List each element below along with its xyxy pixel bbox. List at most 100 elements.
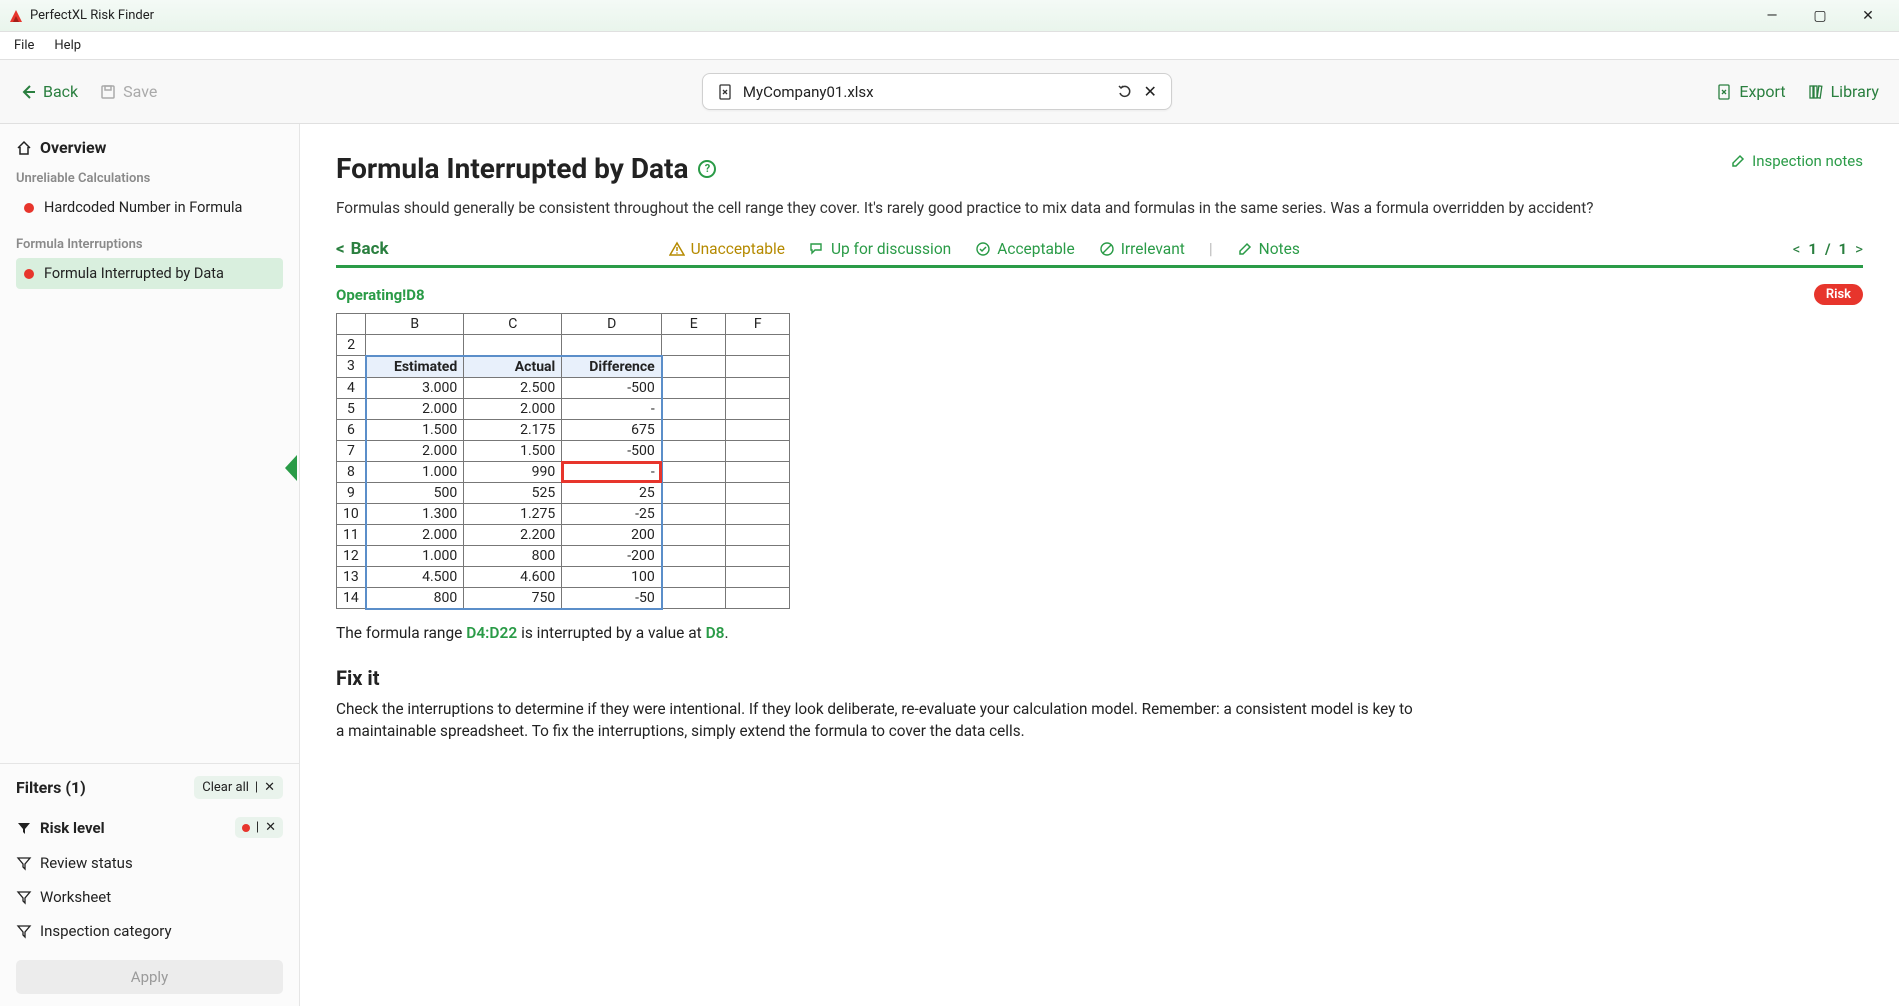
cell: 990: [464, 461, 562, 482]
filter-label: Risk level: [40, 819, 105, 837]
mark-acceptable-button[interactable]: Acceptable: [975, 240, 1074, 258]
table-row: 81.000990-: [337, 461, 790, 482]
save-button[interactable]: Save: [100, 82, 157, 101]
cell: 2.000: [366, 524, 464, 545]
filters-title: Filters (1): [16, 778, 86, 797]
sidebar-item-label: Hardcoded Number in Formula: [44, 199, 242, 216]
table-row: 134.5004.600100: [337, 566, 790, 587]
filter-label: Inspection category: [40, 922, 172, 940]
file-close-icon[interactable]: ✕: [1143, 82, 1156, 101]
table-row: 52.0002.000-: [337, 398, 790, 419]
topbar-center: MyCompany01.xlsx ✕: [157, 73, 1716, 110]
close-icon: ✕: [265, 820, 276, 835]
row-header: 13: [337, 566, 366, 587]
cell: -50: [562, 587, 662, 609]
sidebar-overview[interactable]: Overview: [16, 138, 283, 157]
row-header: 4: [337, 377, 366, 398]
filters-panel: Filters (1) Clear all | ✕ Risk level | ✕: [0, 763, 299, 1006]
filter-risk-level[interactable]: Risk level | ✕: [16, 809, 283, 846]
cell: 500: [366, 482, 464, 503]
clear-all-button[interactable]: Clear all | ✕: [194, 776, 283, 799]
export-button[interactable]: Export: [1716, 82, 1785, 101]
mark-unacceptable-button[interactable]: Unacceptable: [669, 240, 785, 258]
mark-discussion-button[interactable]: Up for discussion: [809, 240, 951, 258]
cell: 2.000: [366, 398, 464, 419]
page-title: Formula Interrupted by Data ?: [336, 152, 716, 185]
cell: Difference: [562, 356, 662, 378]
filter-inspection-category[interactable]: Inspection category: [16, 914, 283, 948]
titlebar: PerfectXL Risk Finder — ▢ ✕: [0, 0, 1899, 32]
slash-circle-icon: [1099, 241, 1115, 257]
back-button[interactable]: Back: [20, 82, 78, 101]
sidebar-item-interrupted[interactable]: Formula Interrupted by Data: [16, 258, 283, 289]
filter-label: Worksheet: [40, 888, 111, 906]
file-pill: MyCompany01.xlsx ✕: [702, 73, 1172, 110]
filter-worksheet[interactable]: Worksheet: [16, 880, 283, 914]
cell-value: -: [651, 464, 655, 480]
menu-file[interactable]: File: [4, 34, 44, 57]
row-header: 5: [337, 398, 366, 419]
back-label: Back: [43, 82, 78, 101]
overview-label: Overview: [40, 138, 106, 157]
table-row: 14800750-50: [337, 587, 790, 609]
close-button[interactable]: ✕: [1853, 8, 1883, 24]
pager: < 1 / 1 >: [1793, 240, 1863, 258]
row-header: 11: [337, 524, 366, 545]
apply-label: Apply: [131, 968, 168, 986]
action-label: Acceptable: [997, 240, 1074, 258]
cell: 4.500: [366, 566, 464, 587]
highlight-border: [561, 461, 662, 483]
menu-help[interactable]: Help: [44, 34, 91, 57]
library-icon: [1808, 84, 1824, 100]
notes-button[interactable]: Notes: [1237, 240, 1300, 258]
back-label: Back: [351, 239, 389, 259]
action-label: Irrelevant: [1121, 240, 1185, 258]
window-title: PerfectXL Risk Finder: [30, 8, 1757, 23]
cell: 2.500: [464, 377, 562, 398]
sidebar-content: Overview Unreliable Calculations Hardcod…: [0, 124, 299, 763]
undo-icon[interactable]: [1117, 84, 1133, 100]
sidebar-item-hardcoded[interactable]: Hardcoded Number in Formula: [16, 192, 283, 223]
library-label: Library: [1831, 82, 1879, 101]
note-text: The formula range: [336, 624, 466, 642]
finding-note: The formula range D4:D22 is interrupted …: [336, 624, 1863, 642]
cell: -25: [562, 503, 662, 524]
note-cell: D8: [706, 624, 725, 642]
page-sep: /: [1825, 240, 1831, 258]
inspection-notes-button[interactable]: Inspection notes: [1730, 152, 1863, 170]
page-prev-button[interactable]: <: [1793, 240, 1801, 258]
table-row: 72.0001.500-500: [337, 440, 790, 461]
cell: -500: [562, 377, 662, 398]
edit-icon: [1237, 241, 1253, 257]
table-row: 61.5002.175675: [337, 419, 790, 440]
close-icon: ✕: [264, 780, 275, 795]
filter-review-status[interactable]: Review status: [16, 846, 283, 880]
finding-back-button[interactable]: < Back: [336, 239, 389, 259]
finding-cell-ref: Operating!D8: [336, 286, 425, 304]
sidebar-item-label: Formula Interrupted by Data: [44, 265, 224, 282]
table-row: 112.0002.200200: [337, 524, 790, 545]
action-label: Up for discussion: [831, 240, 951, 258]
cell: 1.000: [366, 545, 464, 566]
file-icon: [717, 84, 733, 100]
toolbar-separator: |: [1209, 240, 1213, 258]
mark-irrelevant-button[interactable]: Irrelevant: [1099, 240, 1185, 258]
minimize-button[interactable]: —: [1757, 8, 1787, 24]
page-next-button[interactable]: >: [1855, 240, 1863, 258]
help-icon[interactable]: ?: [698, 160, 716, 178]
col-header: C: [464, 314, 562, 335]
cell: -500: [562, 440, 662, 461]
row-header: 7: [337, 440, 366, 461]
cell: 1.000: [366, 461, 464, 482]
apply-button[interactable]: Apply: [16, 960, 283, 994]
table-row: 43.0002.500-500: [337, 377, 790, 398]
highlighted-cell: -: [562, 461, 662, 482]
maximize-button[interactable]: ▢: [1805, 8, 1835, 24]
note-range: D4:D22: [466, 624, 517, 642]
library-button[interactable]: Library: [1808, 82, 1879, 101]
cell: 2.175: [464, 419, 562, 440]
filter-risk-chip[interactable]: | ✕: [235, 817, 283, 838]
filters-header: Filters (1) Clear all | ✕: [16, 776, 283, 799]
sidebar-group-unreliable: Unreliable Calculations: [16, 171, 283, 186]
cell: 525: [464, 482, 562, 503]
